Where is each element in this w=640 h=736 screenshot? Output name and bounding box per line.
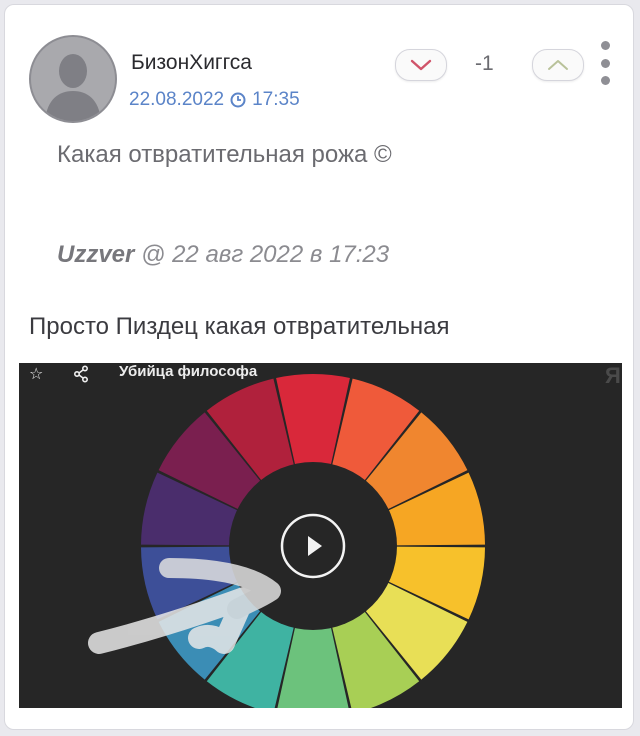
chevron-up-icon: [548, 60, 568, 70]
upvote-button[interactable]: [532, 49, 584, 81]
user-silhouette-icon: [45, 54, 101, 121]
post-time[interactable]: 17:35: [252, 89, 300, 111]
brand-logo: Я: [605, 363, 621, 388]
rating-score: -1: [475, 52, 494, 75]
share-icon[interactable]: [73, 365, 89, 383]
quote-meta: @ 22 авг 2022 в 17:23: [134, 241, 390, 268]
post-meta: 22.08.2022 17:35: [129, 89, 300, 111]
chevron-down-icon: [410, 59, 432, 71]
star-icon[interactable]: ☆: [29, 364, 43, 384]
more-vertical-icon: [600, 41, 610, 50]
comment-card: БизонХиггса 22.08.2022 17:35 -1 Какая от…: [4, 4, 634, 730]
clock-icon: [230, 92, 246, 108]
video-title[interactable]: Убийца философа: [119, 363, 257, 380]
comment-text: Какая отвратительная рожа ©: [57, 141, 392, 168]
quote-attribution: Uzzver @ 22 авг 2022 в 17:23: [57, 241, 389, 269]
post-date[interactable]: 22.08.2022: [129, 89, 224, 111]
video-player[interactable]: ☆ Убийца философа Я: [19, 363, 622, 708]
avatar[interactable]: [29, 35, 117, 123]
downvote-button[interactable]: [395, 49, 447, 81]
username[interactable]: БизонХиггса: [131, 51, 252, 75]
more-options-button[interactable]: [597, 41, 613, 85]
video-thumbnail: [88, 373, 485, 708]
quote-author[interactable]: Uzzver: [57, 241, 134, 268]
quoted-text: Просто Пиздец какая отвратительная: [29, 313, 450, 340]
